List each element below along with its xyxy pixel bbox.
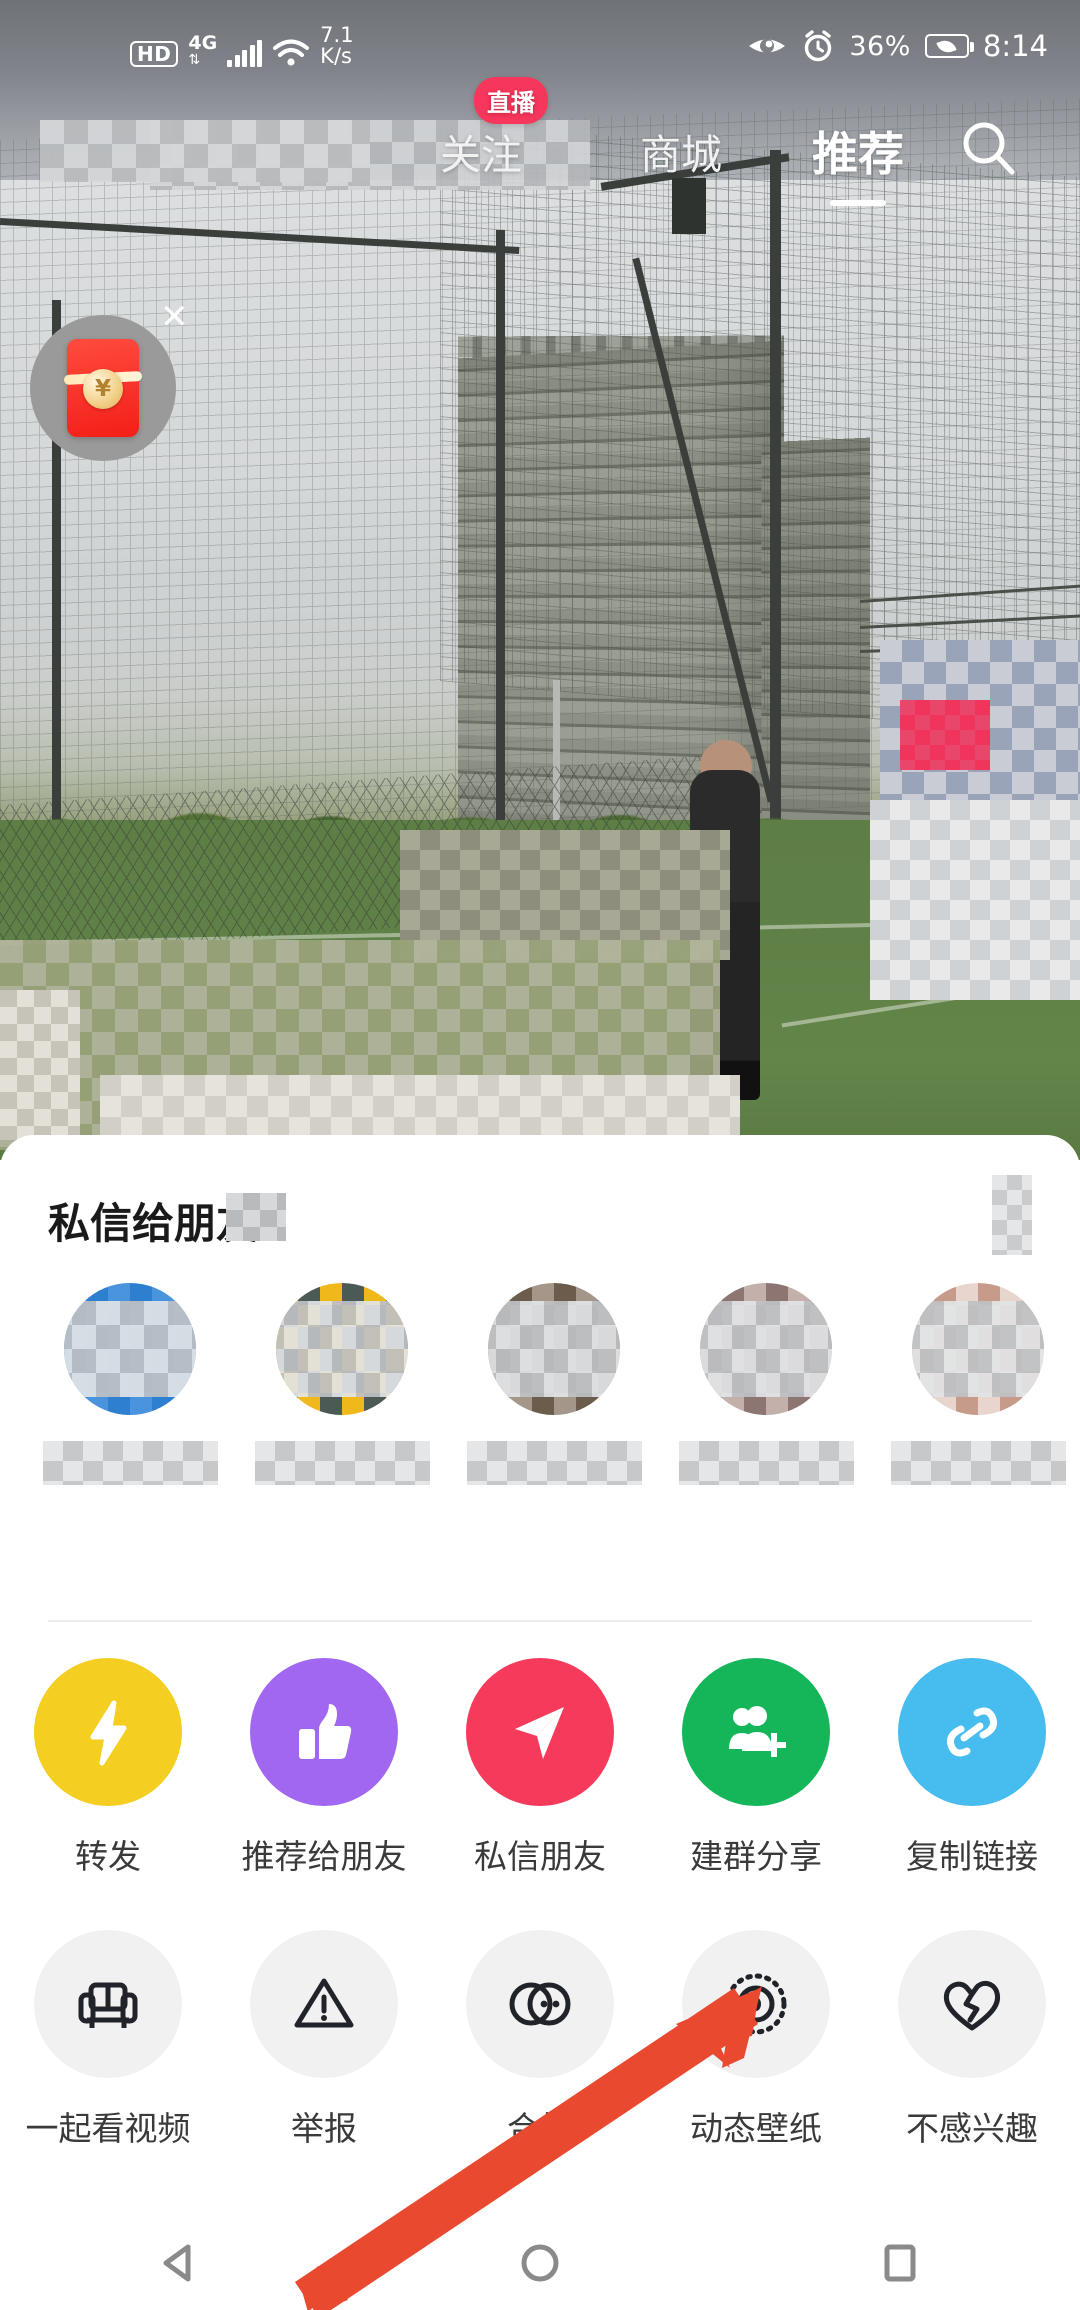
phone-screen: HD 4G ⇅ 7.1 K/s 36% 8:14 直播 关注 商城 推荐 ¥ ✕…	[0, 0, 1080, 2310]
friend-name	[678, 1441, 854, 1485]
sheet-divider	[48, 1620, 1032, 1622]
mosaic-blur-pink	[900, 700, 990, 770]
add-user-group-icon	[682, 1658, 830, 1806]
avatar[interactable]	[276, 1283, 408, 1415]
home-circle-icon[interactable]	[512, 2235, 568, 2291]
tab-mall[interactable]: 商城	[640, 121, 722, 181]
close-icon[interactable]: ✕	[160, 300, 189, 334]
share-actions-row-2: 一起看视频 举报 合拍 动态壁纸 不感兴趣	[0, 1930, 1080, 2150]
tab-recommend-label: 推荐	[812, 127, 904, 181]
signal-bars-icon	[227, 40, 263, 68]
tab-recommend[interactable]: 推荐	[812, 118, 904, 206]
battery-percent: 36%	[849, 30, 911, 62]
list-item[interactable]	[234, 1283, 450, 1485]
eye-care-icon	[749, 39, 786, 53]
clock-time: 8:14	[982, 29, 1048, 63]
network-speed: 7.1 K/s	[320, 22, 354, 68]
dotted-target-icon	[682, 1930, 830, 2078]
action-report[interactable]: 举报	[216, 1930, 432, 2150]
avatar-mosaic	[700, 1301, 832, 1397]
avatar-mosaic	[276, 1301, 408, 1397]
friend-name	[42, 1441, 218, 1485]
warning-triangle-icon	[250, 1930, 398, 2078]
tab-following-label: 关注	[440, 131, 522, 179]
action-label: 推荐给朋友	[241, 1837, 407, 1876]
system-navigation-bar	[0, 2215, 1080, 2310]
avatar[interactable]	[488, 1283, 620, 1415]
status-bar: HD 4G ⇅ 7.1 K/s 36% 8:14	[0, 0, 1080, 92]
alarm-clock-icon	[805, 30, 832, 62]
action-recommend-to-friend[interactable]: 推荐给朋友	[216, 1658, 432, 1878]
thumbs-up-icon	[250, 1658, 398, 1806]
battery-power-saving-icon	[924, 34, 974, 58]
action-label: 举报	[291, 2109, 357, 2148]
action-direct-message[interactable]: 私信朋友	[432, 1658, 648, 1878]
sheet-corner-blurred-region	[992, 1175, 1032, 1255]
avatar-mosaic	[912, 1301, 1044, 1397]
mosaic-blur-right-lower	[870, 800, 1080, 1000]
broken-heart-icon	[898, 1930, 1046, 2078]
action-create-group-share[interactable]: 建群分享	[648, 1658, 864, 1878]
list-item[interactable]	[870, 1283, 1080, 1485]
action-forward[interactable]: 转发	[0, 1658, 216, 1878]
red-packet-floating-button[interactable]: ¥	[30, 315, 176, 461]
live-badge[interactable]: 直播	[474, 77, 548, 124]
red-envelope-icon: ¥	[63, 339, 143, 437]
status-bar-left: HD 4G ⇅ 7.1 K/s	[130, 22, 354, 69]
list-item[interactable]	[22, 1283, 238, 1485]
tab-mall-label: 商城	[640, 131, 722, 179]
paper-plane-icon	[466, 1658, 614, 1806]
duet-circles-icon	[466, 1930, 614, 2078]
action-label: 动态壁纸	[690, 2109, 822, 2148]
share-actions-row-1: 转发 推荐给朋友 私信朋友 建群分享 复制链接	[0, 1658, 1080, 1878]
back-triangle-icon[interactable]	[152, 2235, 208, 2291]
list-item[interactable]	[658, 1283, 874, 1485]
recents-square-icon[interactable]	[872, 2235, 928, 2291]
status-bar-right: 36% 8:14	[747, 29, 1048, 63]
action-label: 私信朋友	[474, 1837, 606, 1876]
action-label: 建群分享	[690, 1837, 822, 1876]
link-chain-icon	[898, 1658, 1046, 1806]
avatar[interactable]	[700, 1283, 832, 1415]
hd-icon: HD	[130, 41, 179, 68]
friend-name	[254, 1441, 430, 1485]
data-arrows-icon: ⇅	[188, 52, 201, 69]
share-bottom-sheet: 私信给朋友 转发 推荐给朋友 私信朋友 建群分享 复制链接 一起看视频 举报 合…	[0, 1135, 1080, 2215]
action-label: 合拍	[507, 2109, 573, 2148]
wifi-icon	[273, 39, 310, 67]
avatar[interactable]	[912, 1283, 1044, 1415]
search-icon[interactable]	[958, 118, 1020, 180]
avatar-mosaic	[488, 1301, 620, 1397]
action-label: 不感兴趣	[906, 2109, 1038, 2148]
yuan-coin: ¥	[83, 369, 123, 409]
action-duet[interactable]: 合拍	[432, 1930, 648, 2150]
action-copy-link[interactable]: 复制链接	[864, 1658, 1080, 1878]
action-label: 转发	[75, 1837, 141, 1876]
lightning-bolt-icon	[34, 1658, 182, 1806]
avatar-mosaic	[64, 1301, 196, 1397]
network-type-indicator: 4G ⇅	[188, 32, 218, 69]
friend-share-list	[0, 1283, 1080, 1573]
sofa-icon	[34, 1930, 182, 2078]
action-watch-together[interactable]: 一起看视频	[0, 1930, 216, 2150]
list-item[interactable]	[446, 1283, 662, 1485]
tab-following[interactable]: 直播 关注	[440, 77, 548, 181]
action-not-interested[interactable]: 不感兴趣	[864, 1930, 1080, 2150]
friend-name	[466, 1441, 642, 1485]
action-label: 复制链接	[906, 1837, 1038, 1876]
action-live-wallpaper[interactable]: 动态壁纸	[648, 1930, 864, 2150]
mosaic-blur-left	[0, 990, 80, 1140]
tab-active-underline	[830, 200, 886, 206]
friend-name	[890, 1441, 1066, 1485]
action-label: 一起看视频	[25, 2109, 191, 2148]
avatar[interactable]	[64, 1283, 196, 1415]
top-navigation-bar: 直播 关注 商城 推荐	[0, 77, 1080, 206]
title-blurred-region	[226, 1193, 286, 1241]
